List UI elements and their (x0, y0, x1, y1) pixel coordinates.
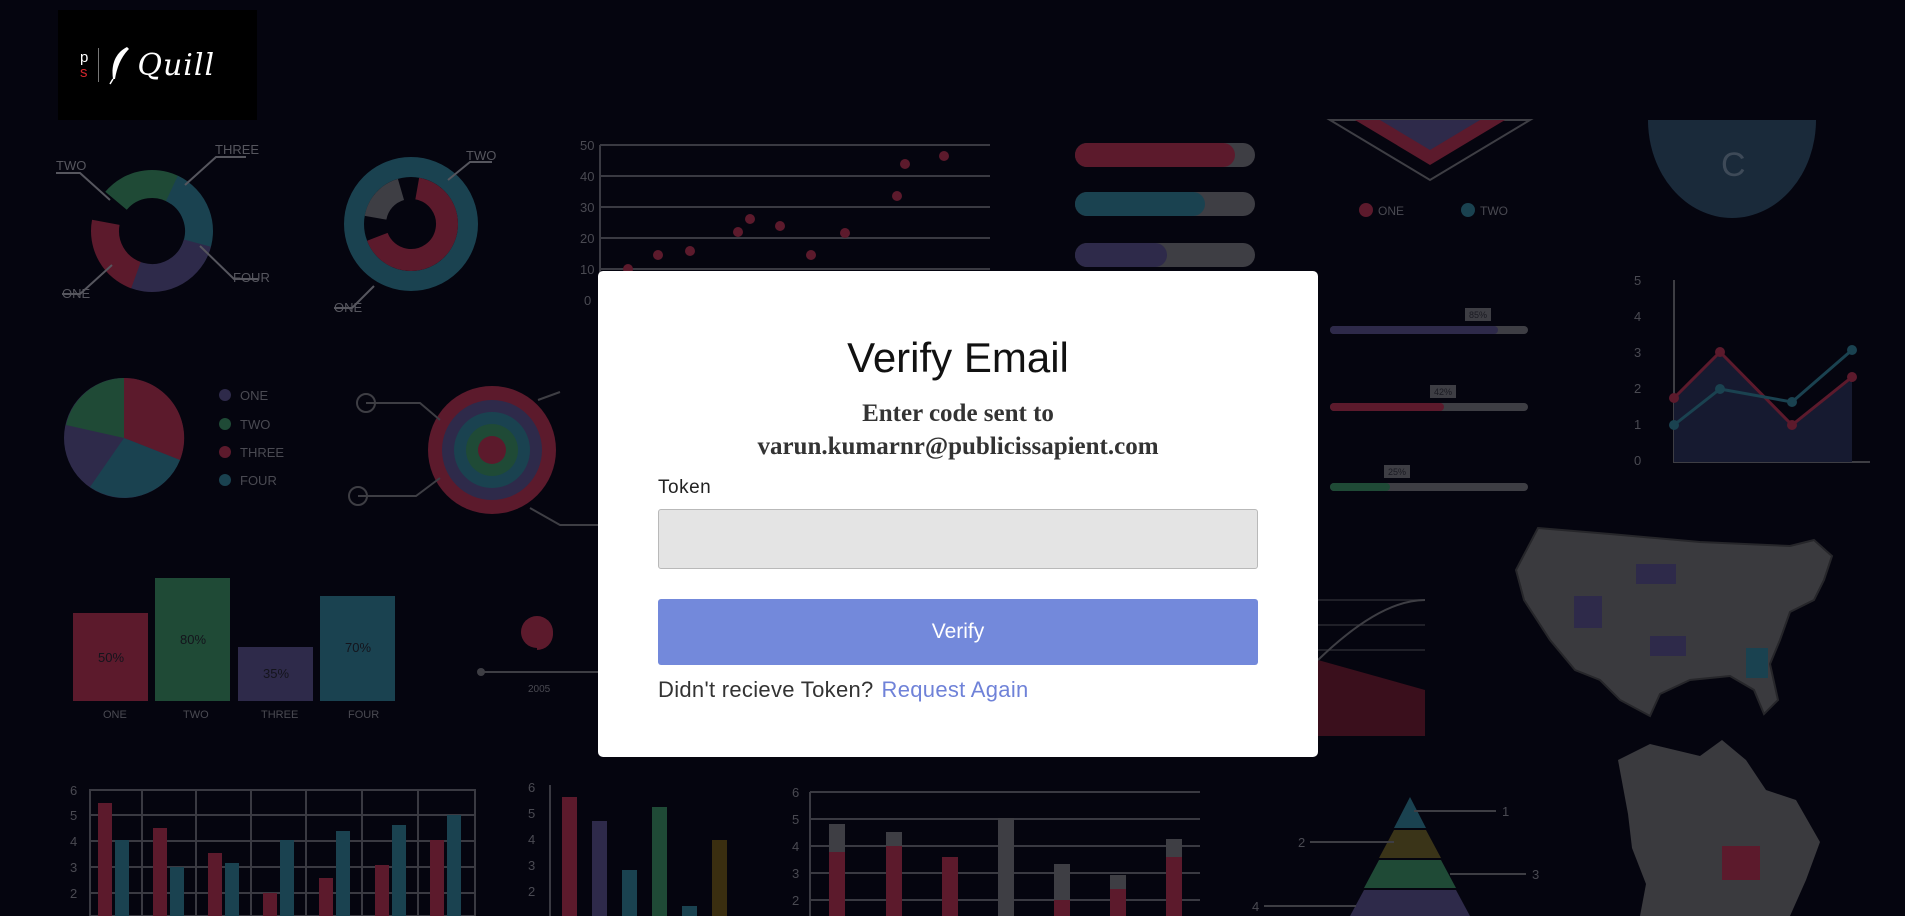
simple-ytick: 2 (528, 884, 535, 899)
slider-pct: 25% (1388, 467, 1406, 477)
timeline-year: 2005 (528, 684, 551, 695)
stacked-ytick: 5 (792, 812, 799, 827)
donut-chart-1: TWO THREE ONE FOUR (56, 142, 270, 301)
stacked-bar-chart: 6 5 4 3 2 (792, 785, 1200, 916)
logo-letter-s: s (80, 64, 88, 81)
area-chart-fragment (1317, 599, 1426, 736)
subtitle-line-1: Enter code sent to (862, 400, 1054, 427)
dialog-subtitle: Enter code sent to varun.kumarnr@publici… (658, 397, 1258, 463)
grouped-ytick: 3 (70, 860, 77, 875)
logo-divider (98, 48, 100, 82)
line-ytick: 1 (1634, 417, 1641, 432)
us-map (1514, 526, 1834, 718)
bar-pct-label: 35% (263, 666, 289, 681)
bar-pct-label: 50% (98, 650, 124, 665)
bar-category: ONE (103, 709, 127, 721)
pyramid-label: 2 (1298, 835, 1305, 850)
pyramid-label: 4 (1252, 899, 1259, 914)
pyramid-chart: 1 2 3 4 (1252, 797, 1539, 916)
quill-feather-icon (109, 47, 130, 85)
grouped-ytick: 4 (70, 834, 77, 849)
bar-category: TWO (183, 709, 209, 721)
stacked-ytick: 2 (792, 893, 799, 908)
stacked-ytick: 6 (792, 785, 799, 800)
token-label: Token (658, 477, 712, 498)
quill-logo: p s Quill (58, 10, 257, 120)
verify-button[interactable]: Verify (658, 599, 1258, 665)
pyramid-label: 1 (1502, 804, 1509, 819)
line-ytick: 0 (1634, 453, 1641, 468)
donut1-label: TWO (56, 158, 86, 173)
bar-category: FOUR (348, 709, 379, 721)
subtitle-email: varun.kumarnr@publicissapient.com (757, 433, 1159, 460)
dialog-title: Verify Email (847, 334, 1069, 381)
scatter-ytick: 10 (580, 262, 594, 277)
half-gauge: C (1648, 120, 1816, 218)
resend-prompt: Didn't recieve Token? (658, 677, 874, 702)
donut2-label: ONE (334, 300, 363, 315)
simple-ytick: 4 (528, 832, 535, 847)
resend-row: Didn't recieve Token? Request Again (658, 677, 1258, 703)
simple-ytick: 6 (528, 780, 535, 795)
triangle-legend: ONE (1378, 204, 1404, 218)
pie-legend: TWO (240, 417, 270, 432)
scatter-ytick: 20 (580, 231, 594, 246)
percent-bar-chart: 50% 80% 35% 70% ONE TWO THREE FOUR (73, 578, 395, 721)
simple-ytick: 5 (528, 806, 535, 821)
pie-chart: ONE TWO THREE FOUR (64, 377, 284, 498)
pyramid-label: 3 (1532, 867, 1539, 882)
donut1-label: THREE (215, 142, 259, 157)
donut1-label: FOUR (233, 270, 270, 285)
line-chart: 5 4 3 2 1 0 (1634, 273, 1870, 468)
europe-map (1618, 740, 1820, 916)
scatter-ytick: 40 (580, 169, 594, 184)
bar-pct-label: 70% (345, 640, 371, 655)
donut1-label: ONE (62, 286, 91, 301)
grouped-ytick: 2 (70, 886, 77, 901)
grouped-ytick: 6 (70, 783, 77, 798)
verify-email-dialog: Verify Email Enter code sent to varun.ku… (598, 271, 1318, 757)
grouped-bar-chart: 6 5 4 3 2 (70, 783, 476, 916)
stacked-ytick: 3 (792, 866, 799, 881)
slider-pct: 42% (1434, 387, 1452, 397)
line-ytick: 2 (1634, 381, 1641, 396)
simple-ytick: 3 (528, 858, 535, 873)
triangle-chart: ONE TWO (1326, 119, 1534, 218)
timeline-marker: 2005 (477, 616, 598, 695)
pie-legend: THREE (240, 445, 284, 460)
token-input[interactable] (658, 509, 1258, 569)
pie-legend: FOUR (240, 473, 277, 488)
scatter-ytick: 0 (584, 293, 591, 308)
slider-pct: 85% (1469, 310, 1487, 320)
logo-wordmark: Quill (137, 47, 216, 83)
stacked-ytick: 4 (792, 839, 799, 854)
progress-pills (1075, 143, 1255, 267)
grouped-ytick: 5 (70, 808, 77, 823)
donut2-label: TWO (466, 148, 496, 163)
slider-bars: 85% 42% 25% (1330, 308, 1528, 491)
logo-letter-p: p (80, 49, 89, 66)
ps-monogram: p s (80, 50, 88, 80)
line-ytick: 5 (1634, 273, 1641, 288)
line-ytick: 3 (1634, 345, 1641, 360)
bar-pct-label: 80% (180, 632, 206, 647)
request-again-link[interactable]: Request Again (882, 677, 1029, 702)
scatter-ytick: 30 (580, 200, 594, 215)
simple-bar-chart: 6 5 4 3 2 (528, 780, 727, 916)
line-ytick: 4 (1634, 309, 1641, 324)
pie-legend: ONE (240, 388, 269, 403)
gauge-letter: C (1721, 146, 1746, 184)
triangle-legend: TWO (1480, 204, 1508, 218)
scatter-ytick: 50 (580, 138, 594, 153)
bar-category: THREE (261, 709, 298, 721)
target-chart (348, 386, 598, 526)
donut-chart-2: TWO ONE (334, 148, 496, 315)
